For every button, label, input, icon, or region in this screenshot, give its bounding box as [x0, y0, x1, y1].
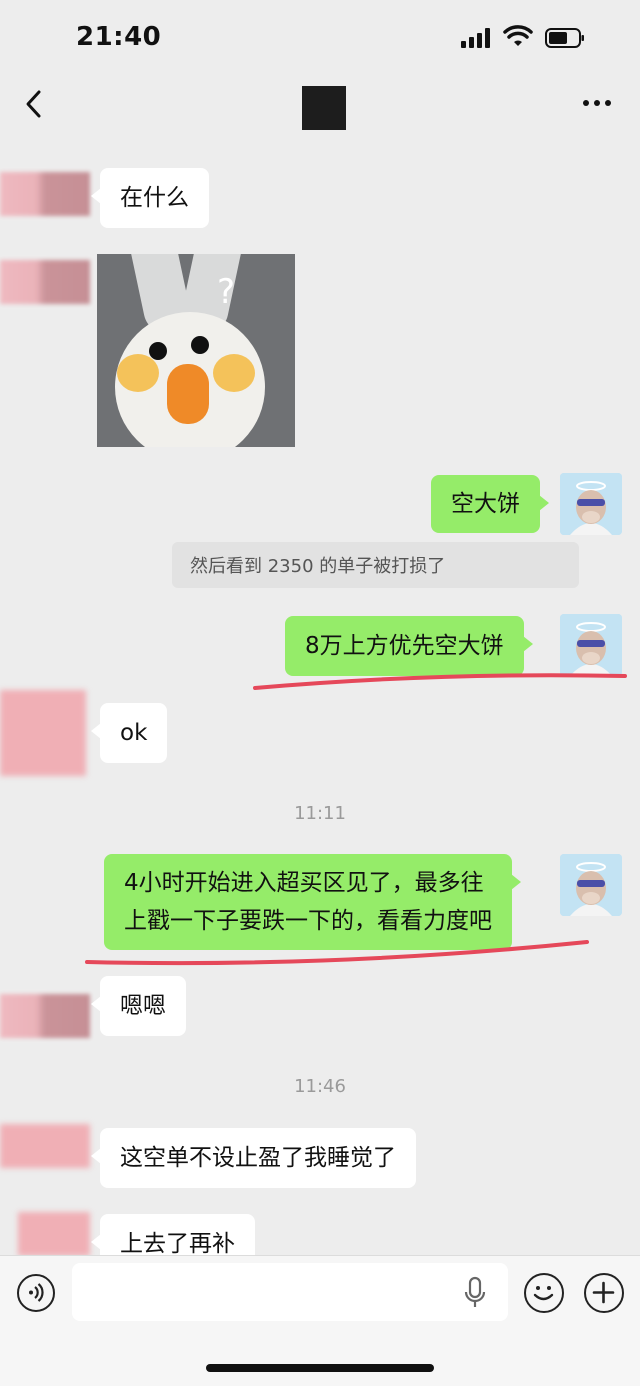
message-bubble: 在什么 [91, 168, 209, 228]
sticker-image[interactable]: ? [97, 254, 295, 447]
home-indicator[interactable] [206, 1364, 434, 1372]
contact-avatar[interactable] [0, 994, 90, 1038]
ape-avatar-icon [560, 854, 622, 916]
message-input[interactable] [72, 1263, 508, 1321]
contact-avatar[interactable] [0, 260, 90, 304]
red-underline [253, 673, 627, 690]
message-text: 这空单不设止盈了我睡觉了 [120, 1145, 396, 1171]
quoted-message[interactable]: 然后看到 2350 的单子被打损了 [172, 542, 579, 588]
microphone-icon[interactable] [464, 1276, 486, 1310]
message-text: ok [120, 720, 148, 746]
message-bubble: 空大饼 [431, 475, 549, 533]
emoji-button[interactable] [524, 1273, 564, 1313]
message-text: 空大饼 [451, 491, 520, 517]
timestamp: 11:46 [294, 1076, 346, 1097]
back-icon[interactable] [22, 88, 52, 120]
message-bubble: 这空单不设止盈了我睡觉了 [91, 1128, 416, 1188]
ape-avatar-icon [560, 473, 622, 535]
ape-avatar-icon [560, 614, 622, 676]
more-icon[interactable] [583, 100, 613, 108]
contact-avatar[interactable] [0, 690, 86, 776]
message-text-line: 4小时开始进入超买区见了，最多往 [124, 870, 484, 896]
timestamp: 11:11 [294, 803, 346, 824]
battery-icon [545, 28, 584, 48]
my-avatar[interactable] [560, 854, 622, 916]
message-text: 8万上方优先空大饼 [305, 633, 504, 659]
message-bubble: 嗯嗯 [91, 976, 186, 1036]
message-bubble: 8万上方优先空大饼 [285, 616, 533, 676]
wifi-icon [503, 25, 533, 46]
message-text-line: 上戳一下子要跌一下的，看看力度吧 [124, 908, 492, 934]
chat-avatar[interactable] [302, 86, 346, 130]
message-text: 嗯嗯 [120, 993, 166, 1019]
plus-button[interactable] [584, 1273, 624, 1313]
message-text: 在什么 [120, 185, 189, 211]
contact-avatar[interactable] [0, 172, 90, 216]
quote-text: 然后看到 2350 的单子被打损了 [190, 556, 446, 577]
voice-toggle-button[interactable] [17, 1274, 55, 1312]
signal-icon [461, 28, 493, 48]
emoji-icon [533, 1286, 554, 1301]
contact-avatar[interactable] [18, 1212, 90, 1256]
my-avatar[interactable] [560, 614, 622, 676]
my-avatar[interactable] [560, 473, 622, 535]
red-underline [85, 940, 589, 966]
contact-avatar[interactable] [0, 1124, 90, 1168]
message-bubble: ok [90, 703, 168, 763]
voice-icon [29, 1283, 44, 1302]
plus-icon [592, 1281, 615, 1304]
sticker-question-mark: ? [217, 272, 236, 312]
status-time: 21:40 [76, 22, 162, 52]
